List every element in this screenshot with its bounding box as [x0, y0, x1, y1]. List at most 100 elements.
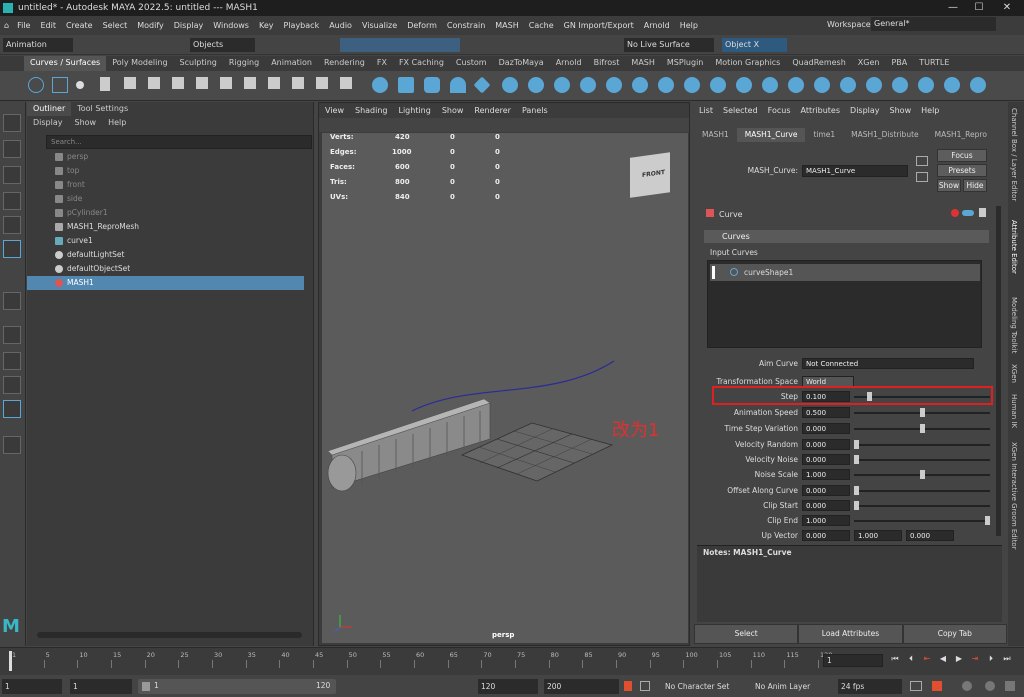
shelf-tab-quadremesh[interactable]: QuadRemesh	[786, 56, 851, 71]
menu-visualize[interactable]: Visualize	[362, 21, 397, 30]
outliner-item-mash1[interactable]: MASH1	[27, 276, 304, 290]
arc-tool-icon[interactable]	[148, 77, 160, 89]
playback-end-field[interactable]: 120	[478, 679, 538, 694]
vp-menu-show[interactable]: Show	[442, 106, 464, 115]
maximize-button[interactable]: ☐	[966, 0, 992, 16]
clip-start-slider[interactable]	[854, 505, 990, 507]
ae-menu-focus[interactable]: Focus	[768, 106, 791, 115]
shelf-tab-turtle[interactable]: TURTLE	[913, 56, 955, 71]
noise-scale-slider-knob[interactable]	[919, 470, 925, 479]
untrim-icon[interactable]	[814, 77, 830, 93]
menu-modify[interactable]: Modify	[137, 21, 164, 30]
minimize-button[interactable]: —	[940, 0, 966, 16]
tab-human-ik[interactable]: Human IK	[1010, 394, 1018, 428]
tab-xgen[interactable]: XGen	[1010, 364, 1018, 383]
up-vector-z-field[interactable]: 0.000	[906, 530, 954, 541]
shelf-tab-fx-caching[interactable]: FX Caching	[393, 56, 450, 71]
show-button[interactable]: Show	[937, 179, 961, 192]
rebuild-surface-icon[interactable]	[944, 77, 960, 93]
four-pane-icon[interactable]	[3, 352, 21, 370]
playback-prefs-icon[interactable]	[640, 681, 650, 691]
detach-surfaces-icon[interactable]	[866, 77, 882, 93]
menu-windows[interactable]: Windows	[213, 21, 249, 30]
nurbs-torus-icon[interactable]	[502, 77, 518, 93]
velocity-noise-slider-knob[interactable]	[854, 455, 859, 464]
project-curve-icon[interactable]	[736, 77, 752, 93]
time-slider[interactable]: 1 5 10 15 20 25 30 35 40 45 50 55 60 65 70 75 80 85 90 95 10…	[0, 647, 1024, 675]
offset-along-curve-slider-knob[interactable]	[854, 486, 859, 495]
scale-tool-icon[interactable]	[3, 240, 21, 258]
step-slider[interactable]	[854, 396, 990, 398]
shelf-tab-curves-surfaces[interactable]: Curves / Surfaces	[24, 56, 107, 71]
shelf-tab-fx[interactable]: FX	[371, 56, 393, 71]
input-curves-list[interactable]: curveShape1	[707, 260, 982, 348]
insert-knot-icon[interactable]	[220, 77, 232, 89]
animation-speed-field[interactable]: 0.500	[802, 407, 850, 418]
ae-menu-help[interactable]: Help	[921, 106, 939, 115]
selection-mode-dropdown[interactable]: Objects	[190, 38, 255, 52]
velocity-noise-slider[interactable]	[854, 459, 990, 461]
menu-gn-import-export[interactable]: GN Import/Export	[564, 21, 634, 30]
noise-scale-field[interactable]: 1.000	[802, 469, 850, 480]
add-points-icon[interactable]	[316, 77, 328, 89]
viewport-3d-view[interactable]: Verts: 420 0 0 Edges: 1000 0 0 Faces: 600 0 0 Tri…	[322, 133, 688, 643]
step-forward-icon[interactable]: ⏵	[986, 654, 996, 664]
play-backward-icon[interactable]: ◀	[938, 654, 948, 664]
attach-curves-icon[interactable]	[172, 77, 184, 89]
time-step-variation-field[interactable]: 0.000	[802, 423, 850, 434]
curves-section-header[interactable]: Curves	[704, 230, 989, 243]
output-connection-icon[interactable]	[916, 172, 928, 182]
step-slider-knob[interactable]	[867, 392, 873, 401]
step-field[interactable]: 0.100	[802, 391, 850, 402]
two-pane-icon[interactable]	[3, 376, 21, 394]
ae-menu-attributes[interactable]: Attributes	[801, 106, 841, 115]
node-name-field[interactable]: MASH1_Curve	[802, 165, 908, 177]
vp-menu-renderer[interactable]: Renderer	[474, 106, 511, 115]
menu-edit[interactable]: Edit	[40, 21, 56, 30]
curve-editing-icon[interactable]	[340, 77, 352, 89]
single-pane-icon[interactable]	[3, 326, 21, 344]
range-slider[interactable]: 1 120	[138, 679, 336, 694]
menu-mash[interactable]: MASH	[495, 21, 518, 30]
up-vector-x-field[interactable]: 0.000	[802, 530, 850, 541]
velocity-random-slider[interactable]	[854, 444, 990, 446]
menu-playback[interactable]: Playback	[284, 21, 320, 30]
auto-keyframe-toggle[interactable]	[932, 681, 942, 691]
rebuild-curve-icon[interactable]	[292, 77, 304, 89]
clip-end-field[interactable]: 1.000	[802, 515, 850, 526]
fps-dropdown[interactable]: 24 fps	[838, 679, 902, 694]
notes-panel[interactable]: Notes: MASH1_Curve	[697, 545, 1002, 622]
shelf-tab-pba[interactable]: PBA	[885, 56, 913, 71]
tab-outliner[interactable]: Outliner	[27, 102, 72, 116]
outliner-item-side[interactable]: side	[27, 192, 304, 206]
menu-help[interactable]: Help	[680, 21, 698, 30]
offset-along-curve-field[interactable]: 0.000	[802, 485, 850, 496]
workspace-dropdown[interactable]: General*	[871, 17, 996, 31]
enable-toggle[interactable]	[962, 210, 974, 216]
start-time-field[interactable]: 1	[2, 679, 62, 694]
intersect-icon[interactable]	[762, 77, 778, 93]
range-handle-start[interactable]	[142, 682, 150, 691]
nurbs-plane-icon[interactable]	[473, 76, 491, 94]
ae-menu-selected[interactable]: Selected	[723, 106, 758, 115]
outliner-search-input[interactable]: Search...	[46, 135, 312, 149]
current-frame-field[interactable]: 1	[823, 654, 883, 667]
tab-channel-box[interactable]: Channel Box / Layer Editor	[1010, 108, 1018, 201]
shelf-tab-custom[interactable]: Custom	[450, 56, 493, 71]
extrude-icon[interactable]	[606, 77, 622, 93]
shelf-tab-xgen[interactable]: XGen	[852, 56, 886, 71]
trim-tool-icon[interactable]	[788, 77, 804, 93]
surface-editing-icon[interactable]	[918, 77, 934, 93]
clip-end-slider[interactable]	[854, 520, 990, 522]
play-forward-icon[interactable]: ▶	[954, 654, 964, 664]
tab-attribute-editor[interactable]: Attribute Editor	[1010, 220, 1018, 274]
outliner-item-defaultlightset[interactable]: defaultLightSet	[27, 248, 304, 262]
shelf-tab-rendering[interactable]: Rendering	[318, 56, 371, 71]
move-tool-icon[interactable]	[3, 192, 21, 210]
rotate-tool-icon[interactable]	[3, 216, 21, 234]
vp-menu-shading[interactable]: Shading	[355, 106, 388, 115]
menu-display[interactable]: Display	[174, 21, 204, 30]
outliner-layout-icon[interactable]	[3, 400, 21, 418]
square-surface-icon[interactable]	[710, 77, 726, 93]
animation-prefs-icon[interactable]	[985, 681, 995, 691]
